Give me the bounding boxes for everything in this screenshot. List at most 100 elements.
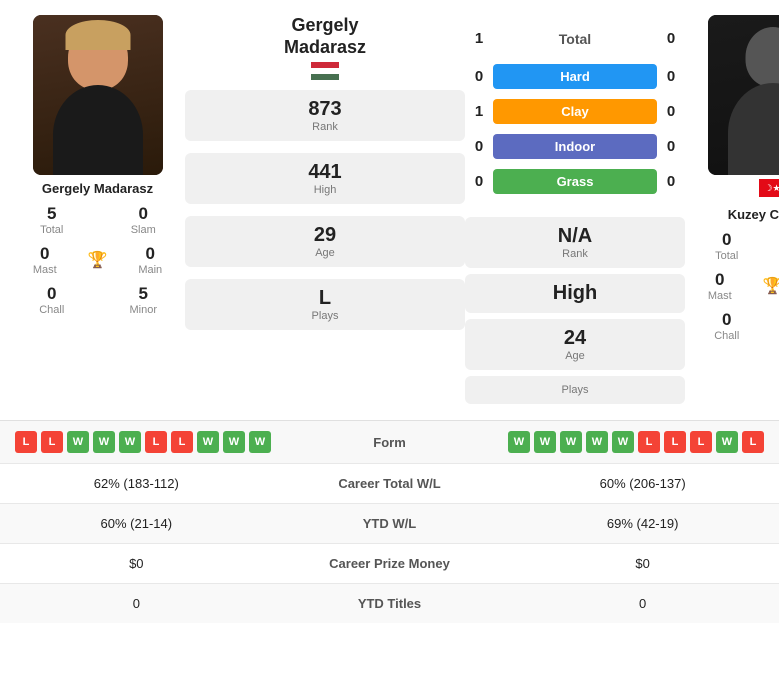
p2-form-badge-3: W [586, 431, 608, 453]
total-row: 1 Total 0 [465, 30, 685, 47]
clay-left-score: 1 [465, 103, 493, 120]
player2-photo [708, 15, 779, 175]
player1-mast-stat: 0 Mast [10, 244, 80, 276]
p2-form-badge-7: L [690, 431, 712, 453]
player2-form-badges: WWWWWLLLWL [450, 431, 765, 453]
form-label: Form [330, 435, 450, 450]
player1-chall-stat: 0 Chall [10, 284, 94, 316]
stat-left-2: $0 [0, 544, 273, 584]
total-right-score: 0 [657, 30, 685, 47]
total-left-score: 1 [465, 30, 493, 47]
player2-name: Kuzey Cekirge [728, 207, 779, 222]
player1-name: Gergely Madarasz [42, 181, 153, 196]
player2-plays-box: Plays [465, 376, 685, 404]
p1-form-badge-6: L [171, 431, 193, 453]
player1-high-label: High [201, 184, 449, 196]
player1-minor-label: Minor [102, 304, 186, 316]
stat-label-0: Career Total W/L [273, 464, 507, 504]
stat-right-1: 69% (42-19) [506, 504, 779, 544]
p1-form-badge-3: W [93, 431, 115, 453]
player1-main-label: Main [115, 264, 185, 276]
player1-high-box: 441 High [185, 153, 465, 204]
p2-form-badge-9: L [742, 431, 764, 453]
player2-photo-content [708, 15, 779, 175]
player1-age-number: 29 [201, 224, 449, 247]
grass-right-score: 0 [657, 173, 685, 190]
player1-flag [311, 62, 339, 80]
player1-plays-value: L [201, 287, 449, 310]
player-left: Gergely Madarasz 5 Total 0 Slam 0 Mast 🏆 [10, 15, 185, 410]
p2-form-badge-4: W [612, 431, 634, 453]
player1-slam-val: 0 [102, 204, 186, 224]
player1-name-line2: Madarasz [284, 37, 366, 57]
stats-row-0: 62% (183-112) Career Total W/L 60% (206-… [0, 464, 779, 504]
stats-row-1: 60% (21-14) YTD W/L 69% (42-19) [0, 504, 779, 544]
player1-high-number: 441 [201, 161, 449, 184]
player1-name-line1: Gergely [291, 15, 358, 35]
p2-form-badge-6: L [664, 431, 686, 453]
player2-high-box: High [465, 274, 685, 313]
hungary-flag [311, 62, 339, 80]
player2-stats-row3: 0 Chall 0 Minor [685, 310, 779, 342]
p1-form-badge-8: W [223, 431, 245, 453]
clay-badge: Clay [493, 99, 657, 124]
flag-stripe-3 [311, 74, 339, 80]
form-section: LLWWWLLWWW Form WWWWWLLLWL [0, 420, 779, 463]
indoor-left-score: 0 [465, 138, 493, 155]
stat-left-3: 0 [0, 584, 273, 624]
p2-form-badge-2: W [560, 431, 582, 453]
player1-slam-stat: 0 Slam [102, 204, 186, 236]
p1-form-badge-9: W [249, 431, 271, 453]
stat-left-0: 62% (183-112) [0, 464, 273, 504]
stat-label-1: YTD W/L [273, 504, 507, 544]
player2-total-label: Total [685, 250, 769, 262]
player2-chall-val: 0 [685, 310, 769, 330]
stats-row-3: 0 YTD Titles 0 [0, 584, 779, 624]
player1-rank-label: Rank [201, 121, 449, 133]
hard-left-score: 0 [465, 68, 493, 85]
player2-rank-number: N/A [481, 225, 669, 248]
player1-age-label: Age [201, 247, 449, 259]
player1-stats-row2: 0 Mast 🏆 0 Main [10, 244, 185, 276]
p1-form-badge-7: W [197, 431, 219, 453]
p1-form-badge-0: L [15, 431, 37, 453]
player1-age-box: 29 Age [185, 216, 465, 267]
player1-photo-content [33, 15, 163, 175]
player1-form-badges: LLWWWLLWWW [15, 431, 330, 453]
clay-row: 1 Clay 0 [465, 99, 685, 124]
player2-right-stats: N/A Rank High 24 Age Plays [465, 211, 685, 410]
player1-stats-row3: 0 Chall 5 Minor [10, 284, 185, 316]
player1-minor-stat: 5 Minor [102, 284, 186, 316]
player1-plays-box: L Plays [185, 279, 465, 330]
player2-mast-stat: 0 Mast [685, 270, 755, 302]
trophy2-icon: 🏆 [763, 276, 779, 296]
player1-mast-val: 0 [10, 244, 80, 264]
player2-mast-label: Mast [685, 290, 755, 302]
player1-chall-val: 0 [10, 284, 94, 304]
player2-mast-val: 0 [685, 270, 755, 290]
stats-row-2: $0 Career Prize Money $0 [0, 544, 779, 584]
hard-right-score: 0 [657, 68, 685, 85]
player2-flag: ☽★ [759, 179, 779, 197]
player2-stats-row1: 0 Total 0 Slam [685, 230, 779, 262]
player2-age-label: Age [481, 350, 669, 362]
player1-trophy: 🏆 [88, 244, 108, 276]
player1-mast-label: Mast [10, 264, 80, 276]
player1-hair [65, 20, 130, 50]
player1-name-center: Gergely Madarasz [284, 15, 366, 58]
p1-form-badge-1: L [41, 431, 63, 453]
turkey-flag: ☽★ [759, 179, 779, 197]
p2-form-badge-8: W [716, 431, 738, 453]
player1-total-val: 5 [10, 204, 94, 224]
p2-form-badge-5: L [638, 431, 660, 453]
stat-right-0: 60% (206-137) [506, 464, 779, 504]
player2-stats-row2: 0 Mast 🏆 0 Main [685, 270, 779, 302]
player2-age-number: 24 [481, 327, 669, 350]
stat-label-3: YTD Titles [273, 584, 507, 624]
player1-photo [33, 15, 163, 175]
hard-badge: Hard [493, 64, 657, 89]
player1-total-label: Total [10, 224, 94, 236]
player2-rank-box: N/A Rank [465, 217, 685, 268]
total-center-label: Total [493, 31, 657, 47]
player2-rank-label: Rank [481, 248, 669, 260]
